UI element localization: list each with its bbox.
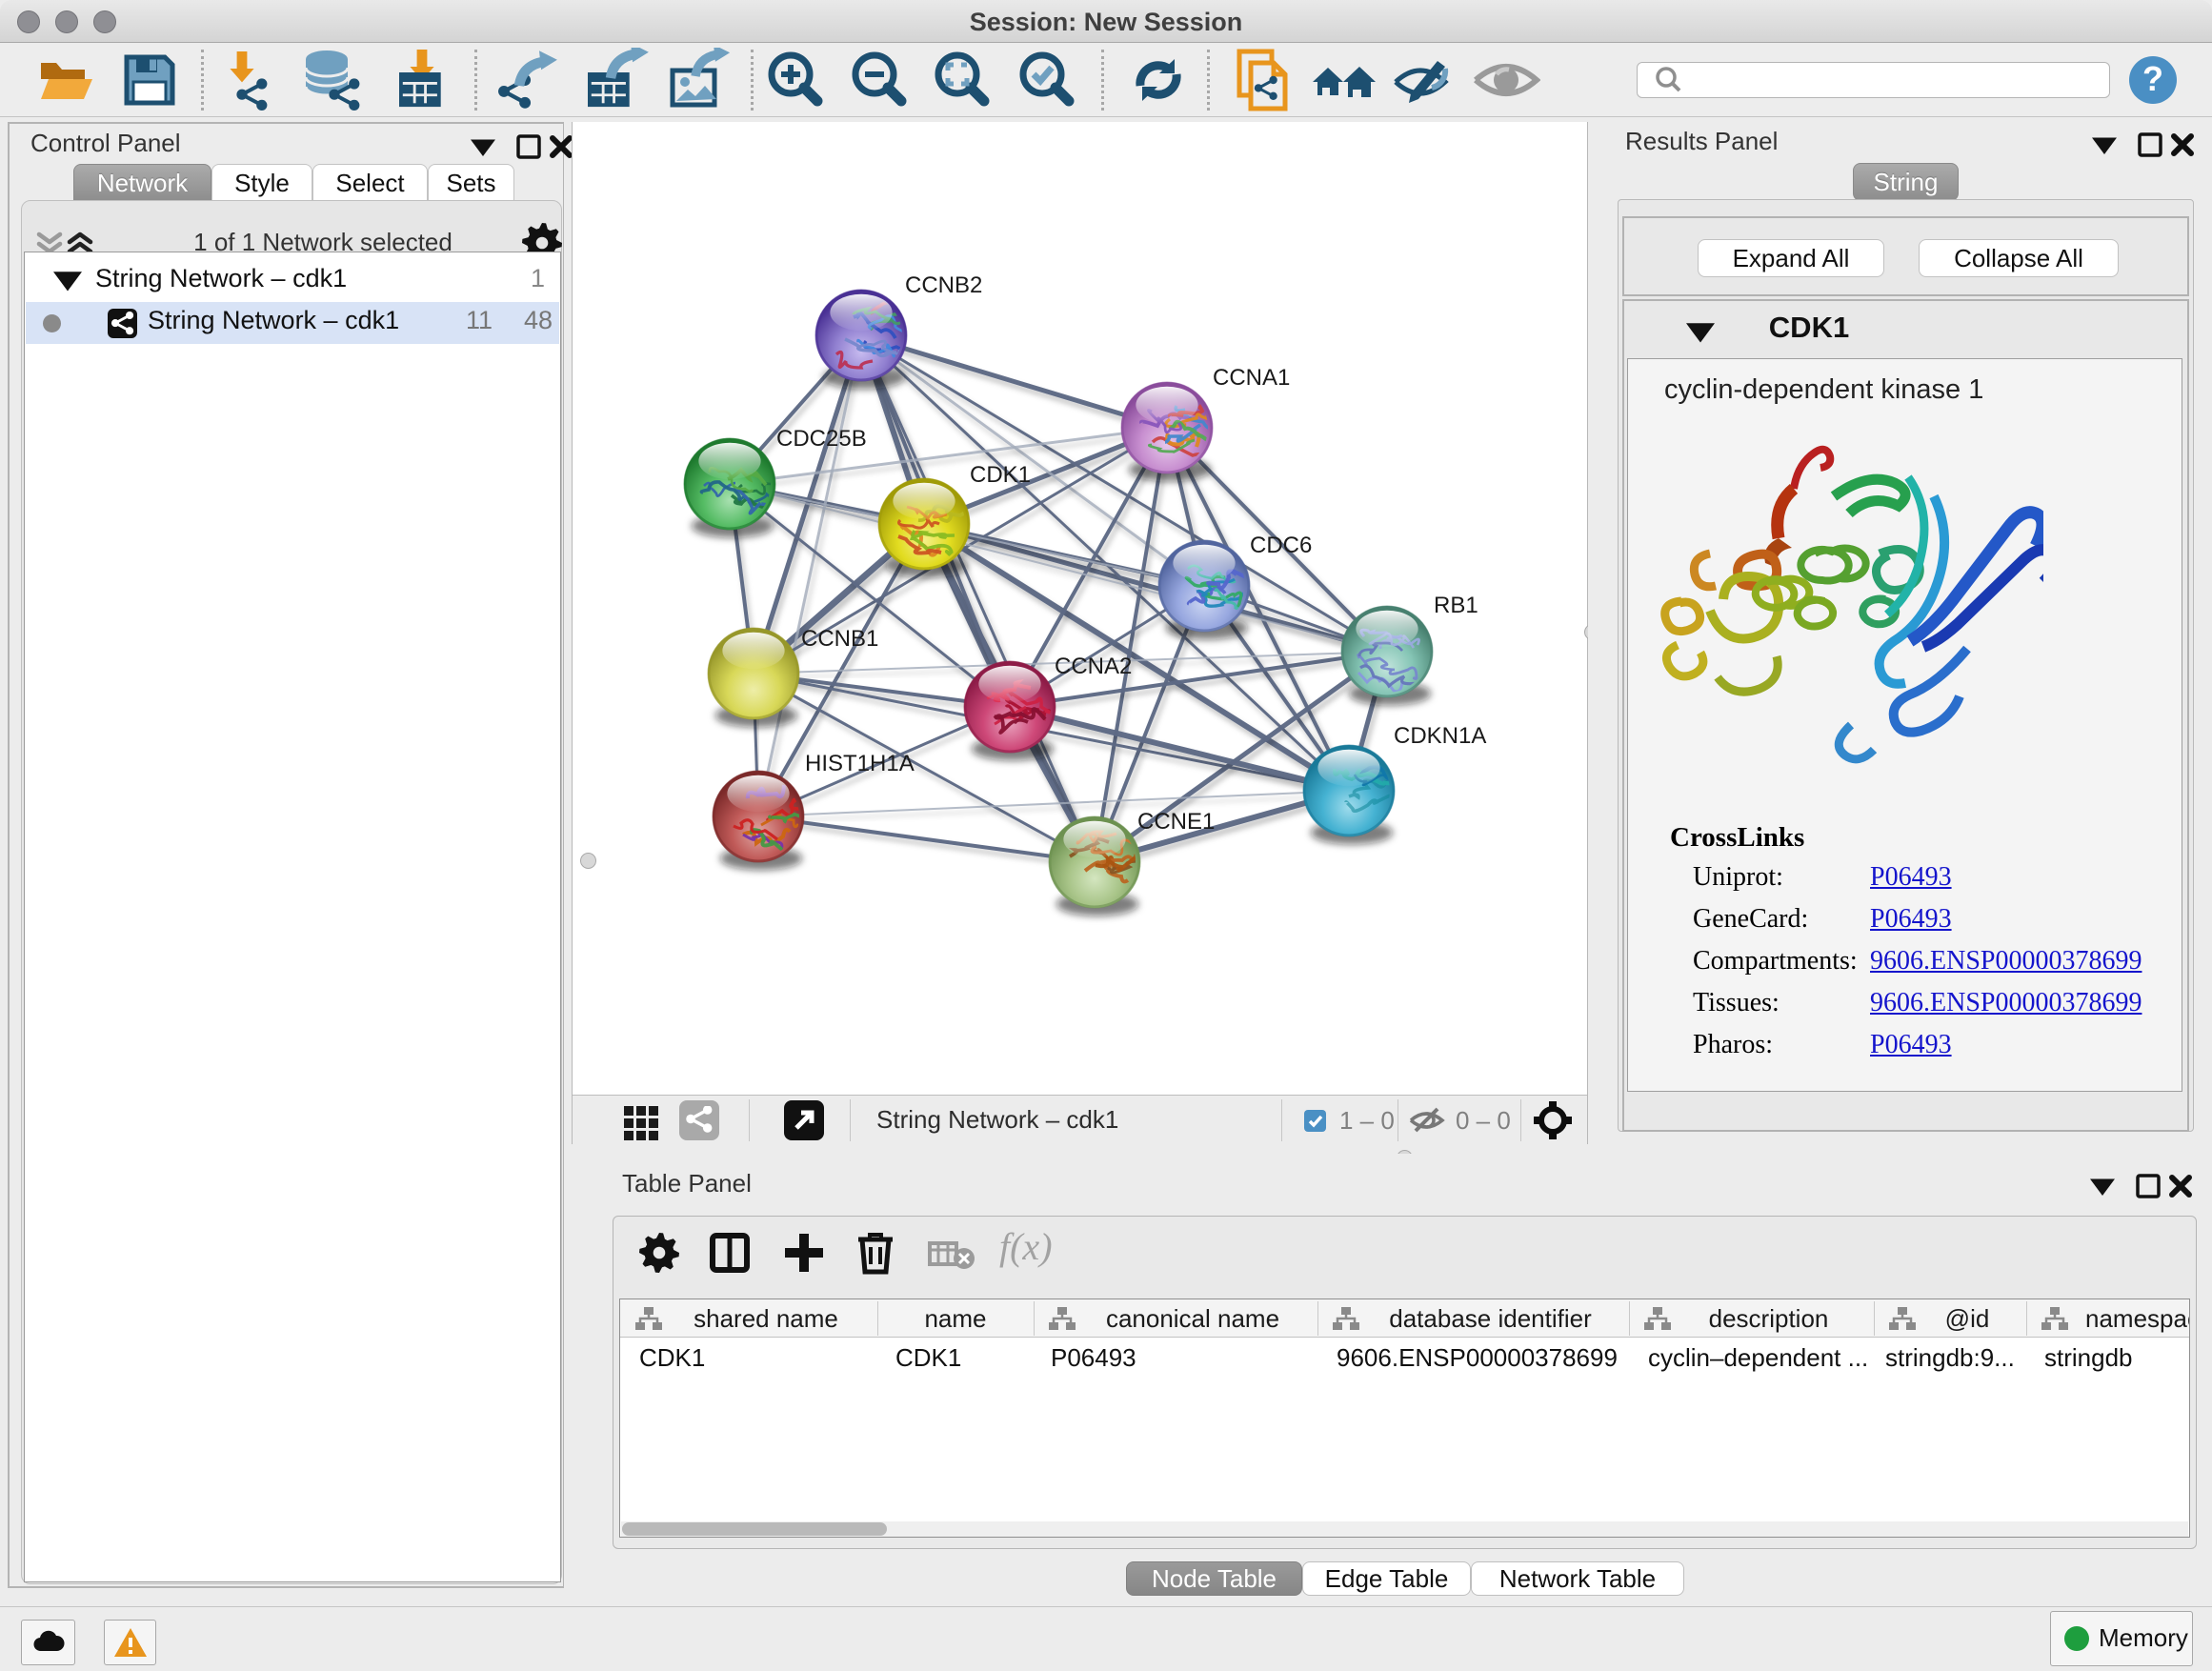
svg-text:CCNB2: CCNB2 xyxy=(905,272,982,298)
svg-text:RB1: RB1 xyxy=(1434,593,1478,618)
svg-text:?: ? xyxy=(2142,59,2163,98)
svg-text:CDC25B: CDC25B xyxy=(776,426,867,452)
svg-text:CCNA2: CCNA2 xyxy=(1055,654,1132,679)
svg-text:HIST1H1A: HIST1H1A xyxy=(805,751,915,776)
svg-text:CCNA1: CCNA1 xyxy=(1213,365,1290,391)
svg-text:CDC6: CDC6 xyxy=(1250,533,1312,558)
svg-text:CDKN1A: CDKN1A xyxy=(1394,723,1486,749)
svg-text:CCNB1: CCNB1 xyxy=(801,626,878,652)
svg-text:CDK1: CDK1 xyxy=(970,462,1031,488)
svg-text:CCNE1: CCNE1 xyxy=(1137,809,1215,835)
